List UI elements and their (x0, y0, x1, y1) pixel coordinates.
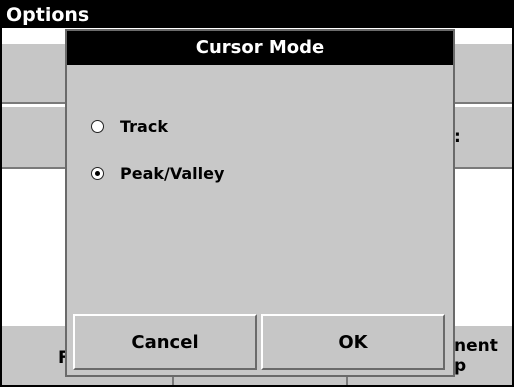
option-track-label: Track (120, 116, 168, 136)
options-title: Options (6, 4, 90, 26)
radio-peak-valley[interactable] (91, 166, 104, 180)
background-row-fragment: : (454, 127, 461, 147)
cancel-button[interactable]: Cancel (73, 314, 257, 370)
options-title-bar: Options (2, 2, 512, 28)
background-bottom-right-line2: p (454, 356, 467, 376)
dialog-title: Cursor Mode (67, 31, 453, 65)
option-track[interactable]: Track (91, 115, 168, 137)
option-peak-valley-label: Peak/Valley (120, 163, 225, 183)
ok-button[interactable]: OK (261, 314, 445, 370)
option-peak-valley[interactable]: Peak/Valley (91, 162, 224, 184)
options-screen: Options : F nent p Cursor Mode Track Pea… (0, 0, 514, 387)
background-bottom-right-line1: nent (454, 336, 498, 356)
radio-track[interactable] (91, 119, 104, 133)
cursor-mode-dialog: Cursor Mode Track Peak/Valley Cancel OK (65, 29, 455, 377)
